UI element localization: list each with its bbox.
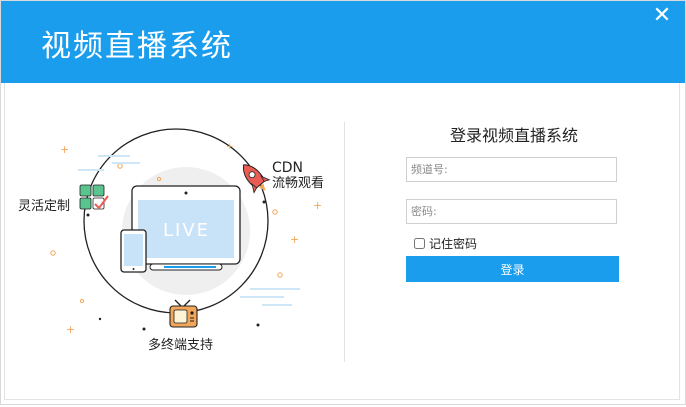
tv-icon <box>169 299 198 328</box>
svg-text:+: + <box>290 233 299 246</box>
title-bar: 视频直播系统 ✕ <box>1 1 685 83</box>
password-input[interactable] <box>406 199 617 224</box>
rocket-icon <box>242 164 271 194</box>
svg-text:+: + <box>60 143 69 156</box>
remember-password-label: 记住密码 <box>429 237 478 251</box>
login-heading: 登录视频直播系统 <box>449 126 578 145</box>
panel-divider <box>344 122 345 362</box>
illustration-panel: + + + + + LIVE 灵活定制 CDN 流畅观看 多终端支持 <box>0 83 344 403</box>
app-title: 视频直播系统 <box>41 29 233 64</box>
phone-icon <box>120 229 147 273</box>
feature-cdn-label: CDN 流畅观看 <box>272 160 325 192</box>
svg-text:+: + <box>313 199 322 212</box>
remember-password-checkbox[interactable] <box>414 238 425 249</box>
remember-password[interactable]: 记住密码 <box>414 235 477 252</box>
live-screen-text: LIVE <box>163 220 210 241</box>
svg-text:+: + <box>226 142 234 152</box>
feature-multi-label: 多终端支持 <box>148 338 214 353</box>
feature-cdn-line2: 流畅观看 <box>272 176 325 191</box>
feature-cdn-line1: CDN <box>272 160 304 176</box>
custom-grid-icon <box>79 184 109 210</box>
close-icon[interactable]: ✕ <box>651 5 673 27</box>
login-button[interactable]: 登录 <box>406 256 619 282</box>
live-illustration: + + + + + LIVE <box>50 128 322 336</box>
monitor-icon: LIVE <box>131 185 241 271</box>
svg-text:+: + <box>66 323 75 336</box>
feature-custom-label: 灵活定制 <box>18 199 71 214</box>
channel-input[interactable] <box>406 157 617 182</box>
